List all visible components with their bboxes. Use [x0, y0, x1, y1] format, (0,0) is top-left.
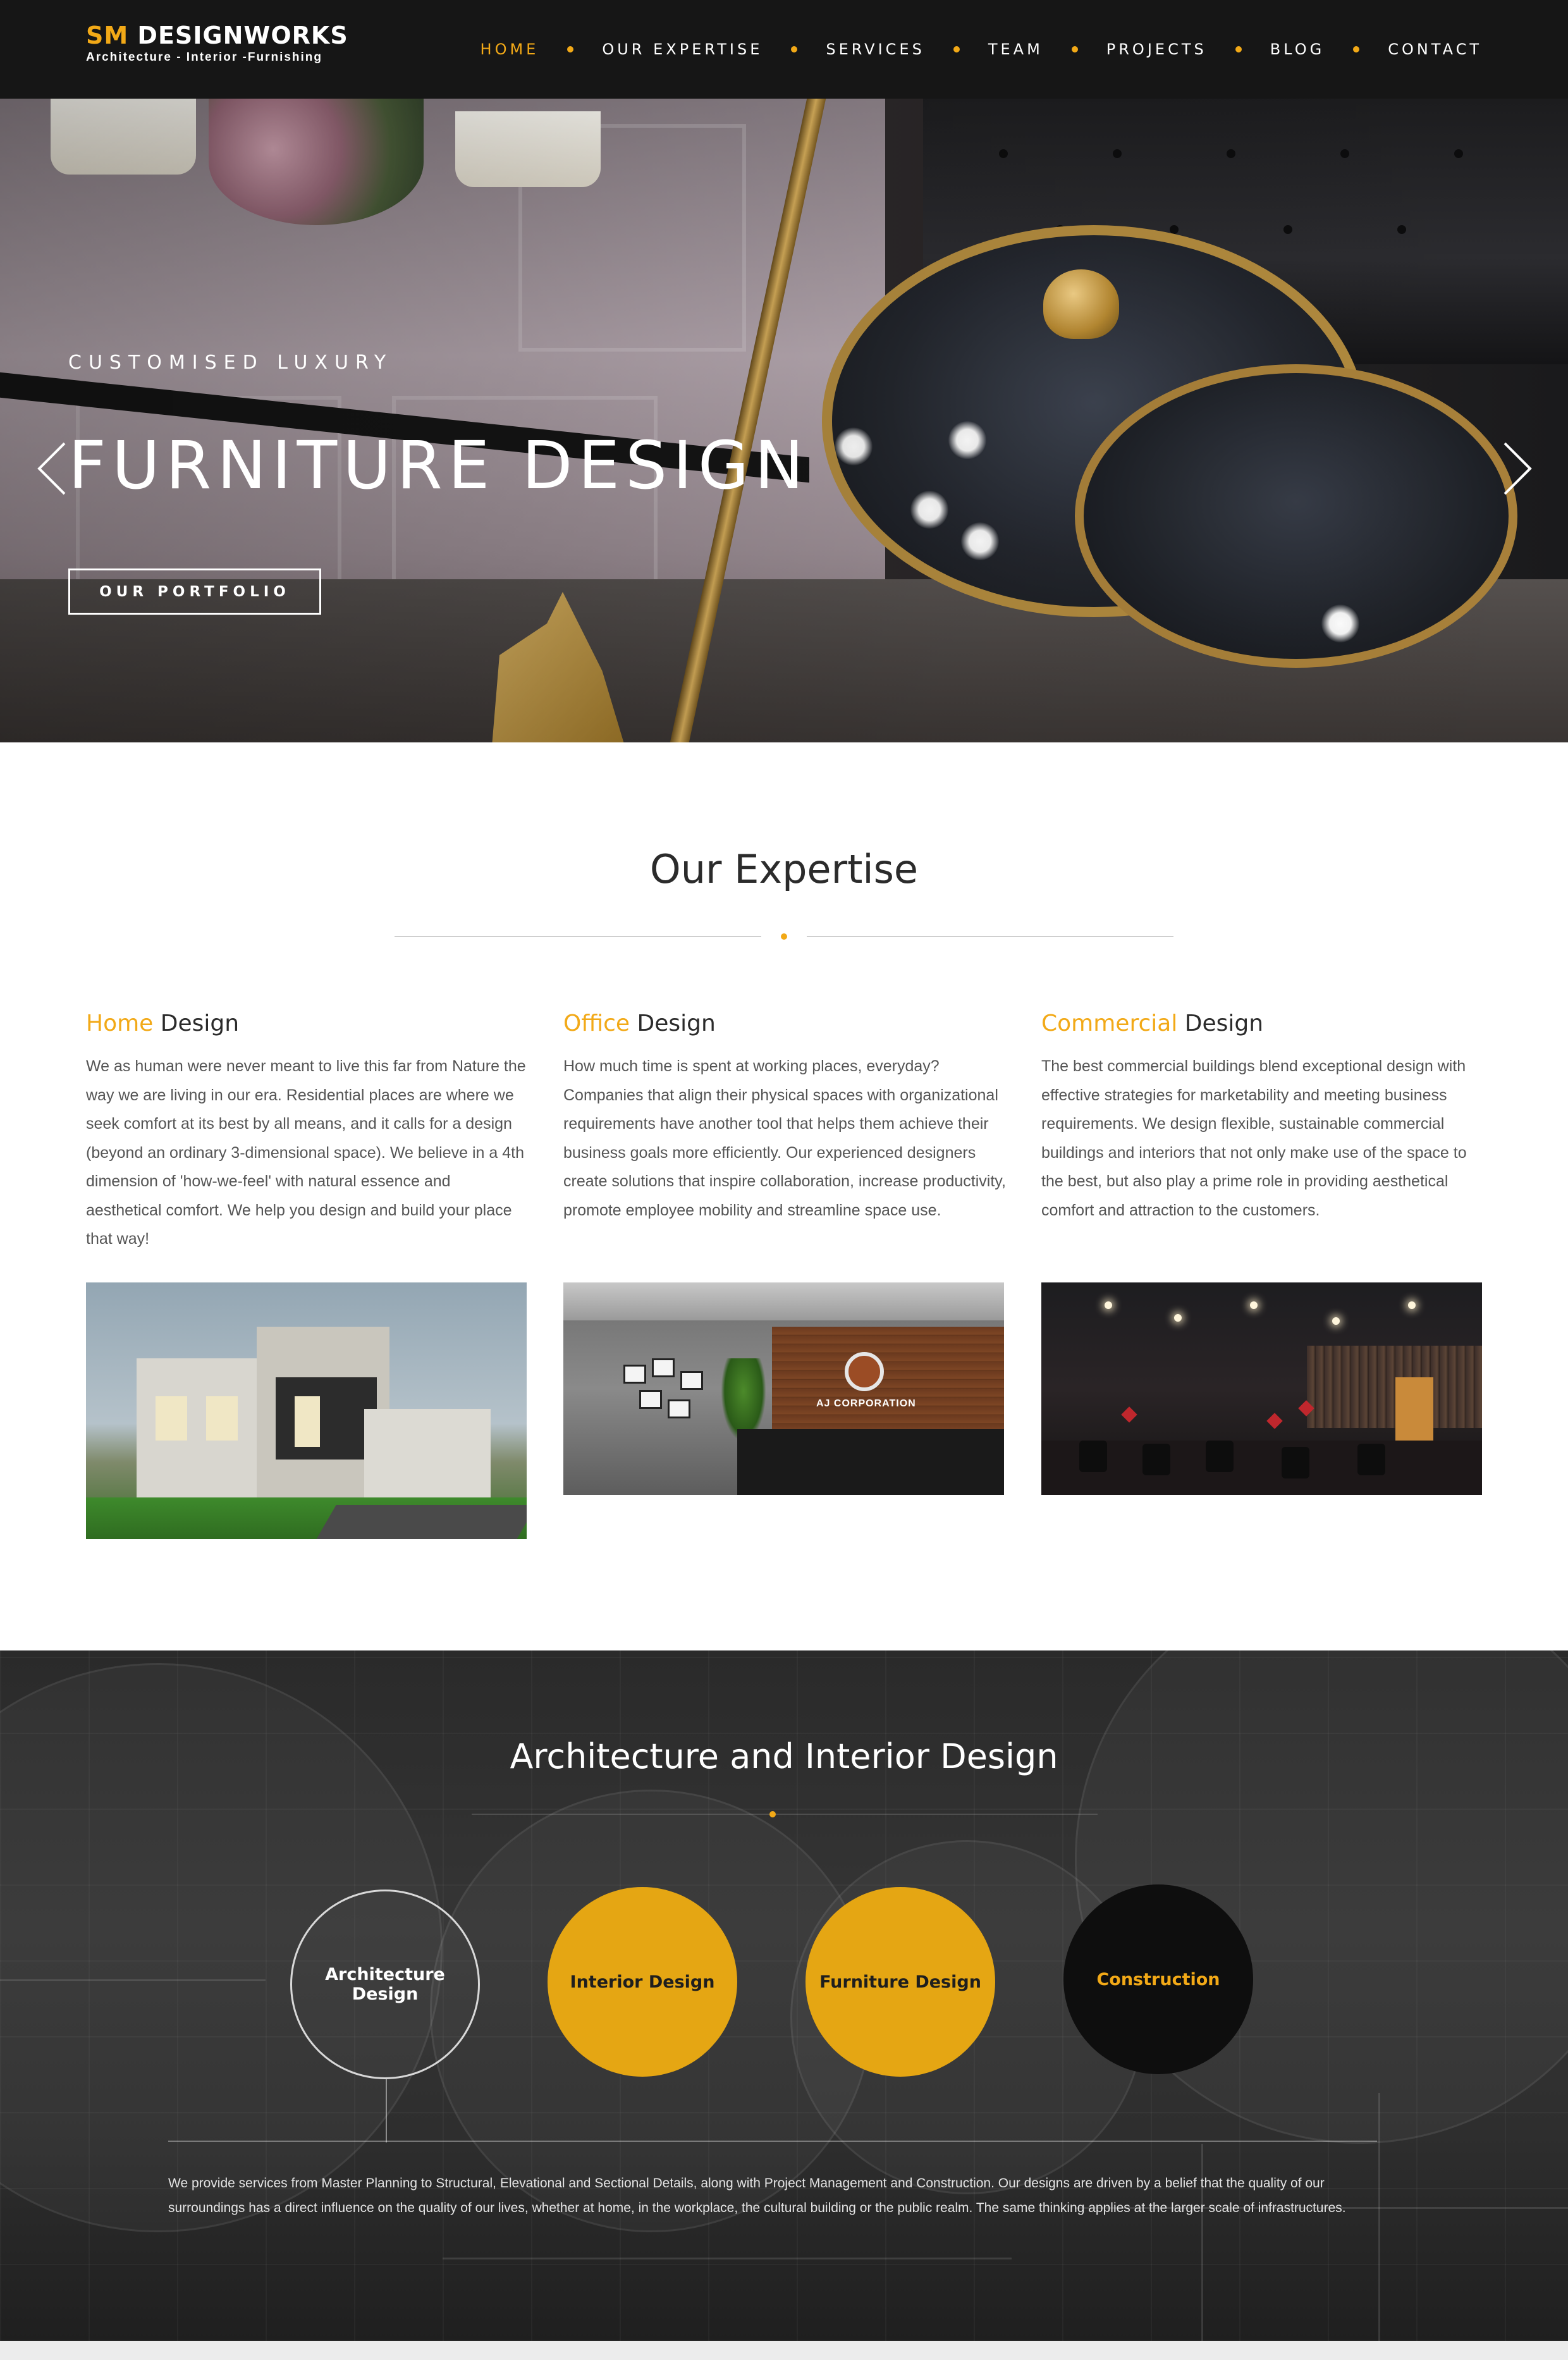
expertise-heading: Commercial Design — [1041, 1008, 1484, 1040]
expertise-section-title: Our Expertise — [649, 846, 919, 892]
home-design-image[interactable] — [86, 1282, 527, 1539]
expertise-heading: Office Design — [563, 1008, 1006, 1040]
house-block — [364, 1409, 491, 1497]
photo-frame — [652, 1358, 675, 1377]
expertise-heading-rest: Design — [1177, 1011, 1264, 1036]
section-rule — [168, 2141, 1377, 2142]
architecture-section-title: Architecture and Interior Design — [510, 1736, 1058, 1776]
hero-slider: CUSTOMISED LUXURY FURNITURE DESIGN OUR P… — [0, 99, 1568, 742]
restaurant-floor — [1041, 1441, 1482, 1495]
restaurant-chair — [1079, 1441, 1107, 1472]
section-divider-line — [395, 936, 761, 937]
expertise-heading-accent: Office — [563, 1011, 630, 1036]
hero-overlay — [0, 99, 1568, 742]
section-divider-line — [807, 936, 1173, 937]
expertise-description: We as human were never meant to live thi… — [86, 1057, 526, 1248]
expertise-heading-accent: Commercial — [1041, 1011, 1178, 1036]
heart-decoration — [1266, 1413, 1283, 1429]
ceiling-spotlight — [1174, 1314, 1182, 1322]
interior-design-tab[interactable]: Interior Design — [548, 1887, 737, 2077]
house-window — [206, 1396, 238, 1441]
photo-frame — [623, 1365, 646, 1384]
house-window — [295, 1396, 320, 1447]
ceiling-spotlight — [1250, 1301, 1258, 1309]
construction-tab[interactable]: Construction — [1063, 1884, 1253, 2074]
heart-decoration — [1121, 1406, 1137, 1423]
main-nav: HOME OUR EXPERTISE SERVICES TEAM PROJECT… — [481, 37, 1482, 62]
logo-prefix: SM — [86, 22, 129, 49]
hero-kicker: CUSTOMISED LUXURY — [68, 352, 393, 374]
nav-item-our-expertise[interactable]: OUR EXPERTISE — [602, 37, 763, 62]
blueprint-line — [443, 2258, 1012, 2259]
page-bottom-strip — [0, 2341, 1568, 2360]
our-portfolio-button[interactable]: OUR PORTFOLIO — [68, 568, 321, 615]
nav-item-blog[interactable]: BLOG — [1270, 37, 1325, 62]
expertise-heading: Home Design — [86, 1008, 529, 1040]
logo-wordmark: SM DESIGNWORKS — [86, 22, 348, 49]
site-logo[interactable]: SM DESIGNWORKS Architecture - Interior -… — [86, 22, 348, 66]
ceiling-spotlight — [1332, 1317, 1340, 1325]
wood-panel — [1395, 1377, 1433, 1441]
furniture-design-tab[interactable]: Furniture Design — [805, 1887, 995, 2077]
office-design-image[interactable]: AJ CORPORATION — [563, 1282, 1004, 1495]
nav-item-services[interactable]: SERVICES — [826, 37, 924, 62]
nav-item-home[interactable]: HOME — [481, 37, 539, 62]
commercial-design-image[interactable] — [1041, 1282, 1482, 1495]
restaurant-chair — [1142, 1444, 1170, 1475]
office-wood-wall — [772, 1327, 1004, 1434]
architecture-description: We provide services from Master Planning… — [168, 2176, 1346, 2215]
office-sign-text: AJ CORPORATION — [816, 1398, 916, 1409]
photo-frame — [680, 1371, 703, 1390]
chevron-right-icon[interactable] — [1498, 440, 1536, 497]
hero-title: FURNITURE DESIGN — [68, 427, 810, 504]
reception-desk — [737, 1429, 1004, 1495]
expertise-heading-accent: Home — [86, 1011, 154, 1036]
restaurant-chair — [1206, 1441, 1234, 1472]
nav-item-contact[interactable]: CONTACT — [1388, 37, 1482, 62]
nav-separator-dot — [1353, 46, 1360, 52]
section-divider-dot — [781, 933, 787, 940]
restaurant-chair — [1282, 1447, 1309, 1478]
office-plant — [721, 1358, 766, 1441]
architecture-design-tab[interactable]: Architecture Design — [290, 1890, 480, 2079]
nav-separator-dot — [791, 46, 798, 52]
nav-separator-dot — [1071, 46, 1078, 52]
expertise-heading-rest: Design — [630, 1011, 716, 1036]
nav-separator-dot — [953, 46, 960, 52]
house-dark-facade — [276, 1377, 377, 1460]
section-divider-line — [472, 1814, 1098, 1815]
architecture-section: Architecture and Interior Design Archite… — [0, 1650, 1568, 2341]
company-emblem-icon — [845, 1352, 884, 1391]
blueprint-line — [0, 1979, 266, 1981]
restaurant-chair — [1357, 1444, 1385, 1475]
expertise-description: How much time is spent at working places… — [563, 1057, 1006, 1219]
expertise-heading-rest: Design — [153, 1011, 240, 1036]
house-window — [156, 1396, 187, 1441]
house-road — [316, 1505, 527, 1539]
photo-frame — [639, 1390, 662, 1409]
expertise-column-commercial: Commercial Design The best commercial bu… — [1041, 1008, 1484, 1225]
expertise-description: The best commercial buildings blend exce… — [1041, 1057, 1467, 1219]
nav-separator-dot — [1235, 46, 1242, 52]
section-divider-dot — [769, 1811, 776, 1817]
nav-separator-dot — [567, 46, 574, 52]
blueprint-line — [1378, 2093, 1380, 2341]
office-ceiling — [563, 1282, 1004, 1320]
expertise-column-home: Home Design We as human were never meant… — [86, 1008, 529, 1254]
expertise-column-office: Office Design How much time is spent at … — [563, 1008, 1006, 1225]
ceiling-spotlight — [1105, 1301, 1112, 1309]
chevron-left-icon[interactable] — [33, 440, 71, 497]
site-header: SM DESIGNWORKS Architecture - Interior -… — [0, 0, 1568, 99]
nav-item-projects[interactable]: PROJECTS — [1106, 37, 1207, 62]
wall-shelf — [1307, 1346, 1482, 1428]
photo-frame — [668, 1399, 690, 1418]
ceiling-spotlight — [1408, 1301, 1416, 1309]
logo-tagline: Architecture - Interior -Furnishing — [86, 51, 323, 64]
nav-item-team[interactable]: TEAM — [988, 37, 1043, 62]
tab-connector-line — [386, 2079, 387, 2142]
logo-name: DESIGNWORKS — [137, 22, 348, 49]
